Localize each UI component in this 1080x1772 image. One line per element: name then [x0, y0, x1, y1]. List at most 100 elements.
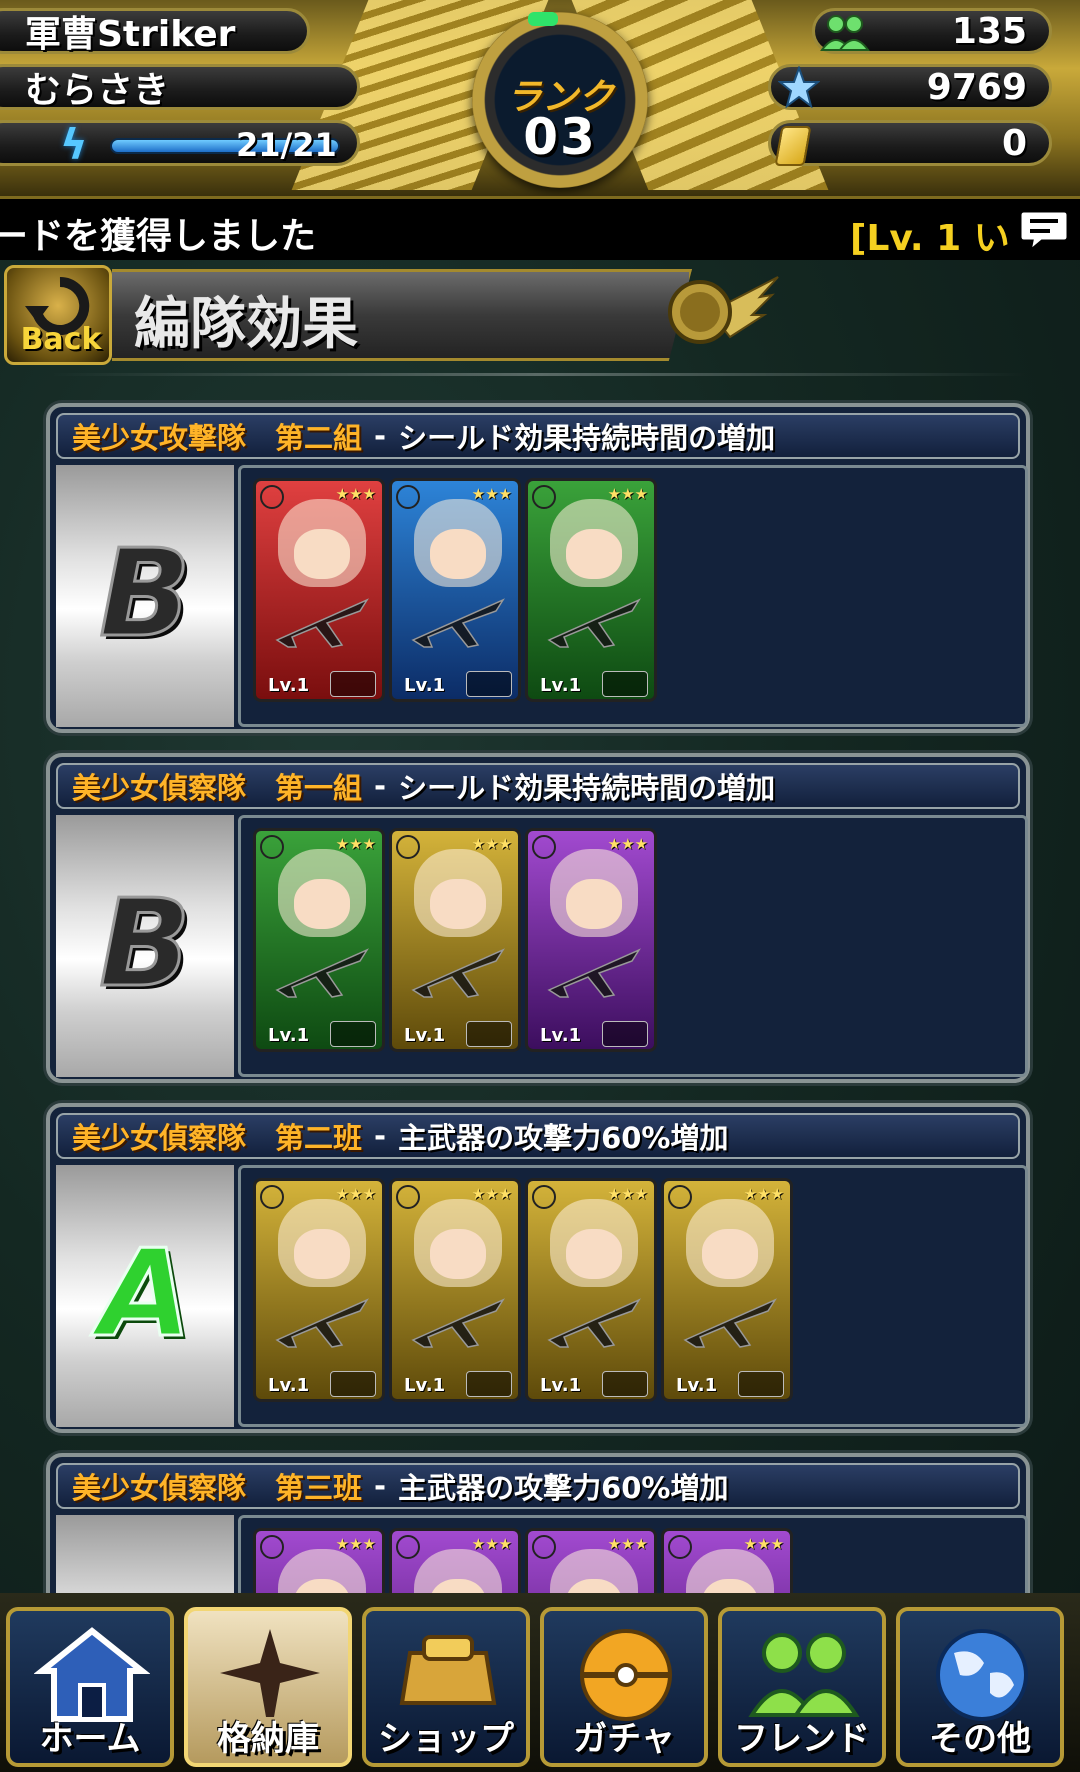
character-card[interactable]: ★★★ Lv.1	[253, 1178, 385, 1402]
nav-button-hangar[interactable]: 格納庫	[184, 1607, 352, 1767]
card-level: Lv.1	[540, 1375, 582, 1396]
rarity-stars-icon: ★★★	[743, 1535, 784, 1553]
character-card[interactable]: ★★★ Lv.1	[253, 478, 385, 702]
formation-grade: B	[98, 525, 192, 664]
nav-label: ホーム	[39, 1719, 141, 1759]
formation-cards: ★★★ ★★★ ★★★ ★★★	[238, 1515, 1028, 1593]
stamina-value: 21/21	[236, 126, 337, 164]
rarity-stars-icon: ★★★	[471, 835, 512, 853]
attribute-orb-icon	[532, 1185, 556, 1209]
plane-icon	[275, 1298, 369, 1348]
formation-effect: 主武器の攻撃力60%増加	[398, 1121, 729, 1155]
character-card[interactable]: ★★★ Lv.1	[525, 478, 657, 702]
nav-label: フレンド	[734, 1719, 870, 1759]
formation-cards: ★★★ Lv.1 ★★★ Lv.1 ★★★ Lv.1 ★★★ Lv.1	[238, 1165, 1028, 1427]
card-level: Lv.1	[540, 1025, 582, 1046]
character-card[interactable]: ★★★ Lv.1	[389, 828, 521, 1052]
news-ticker[interactable]: ードを獲得しました [Lv. 1 い	[0, 196, 1080, 260]
home-icon	[34, 1627, 150, 1722]
card-level: Lv.1	[268, 1025, 310, 1046]
character-face	[294, 879, 350, 929]
formation-header: 美少女攻撃隊 第二組 - シールド効果持続時間の増加	[56, 413, 1020, 459]
rank-progress-arc	[528, 12, 558, 26]
card-level: Lv.1	[540, 675, 582, 696]
nav-button-home[interactable]: ホーム	[6, 1607, 174, 1767]
formation-panel[interactable]: 美少女攻撃隊 第二組 - シールド効果持続時間の増加 B ★★★ Lv.1 ★★★ Lv.1 ★…	[46, 403, 1030, 733]
character-card[interactable]: ★★★ Lv.1	[389, 1178, 521, 1402]
formation-header: 美少女偵察隊 第二班 - 主武器の攻撃力60%増加	[56, 1113, 1020, 1159]
page-title: 編隊効果	[134, 292, 358, 357]
formation-grade-box: B	[56, 815, 234, 1077]
character-card[interactable]: ★★★ Lv.1	[253, 828, 385, 1052]
back-label: Back	[20, 322, 102, 357]
skill-icons	[602, 671, 648, 697]
character-card[interactable]: ★★★ Lv.1	[525, 1178, 657, 1402]
formation-separator: -	[374, 1119, 387, 1153]
character-face	[702, 1229, 758, 1279]
formation-panel[interactable]: 美少女偵察隊 第一組 - シールド効果持続時間の増加 B ★★★ Lv.1 ★★★ Lv.1 ★…	[46, 753, 1030, 1083]
rarity-stars-icon: ★★★	[471, 1535, 512, 1553]
formation-effect: 主武器の攻撃力60%増加	[398, 1471, 729, 1505]
character-card[interactable]: ★★★ Lv.1	[389, 478, 521, 702]
formation-panel[interactable]: 美少女偵察隊 第二班 - 主武器の攻撃力60%増加 A ★★★ Lv.1 ★★★ Lv.1 ★★…	[46, 1103, 1030, 1433]
attribute-orb-icon	[532, 835, 556, 859]
nav-button-shop[interactable]: ショップ	[362, 1607, 530, 1767]
friends-icon	[820, 15, 870, 51]
player-title-plate: 軍曹Striker	[0, 8, 310, 55]
app-screen: 軍曹Striker むらさき ϟ 21/21 ランク 03 135 9769 0	[0, 0, 1080, 1772]
skill-icons	[330, 1021, 376, 1047]
card-level: Lv.1	[404, 1375, 446, 1396]
formation-cards: ★★★ Lv.1 ★★★ Lv.1 ★★★ Lv.1	[238, 465, 1028, 727]
ticker-message: ードを獲得しました	[0, 216, 317, 257]
character-card[interactable]: ★★★	[253, 1528, 385, 1593]
character-face	[294, 1229, 350, 1279]
title-divider	[50, 373, 1026, 376]
formation-grade: B	[98, 875, 192, 1014]
rarity-stars-icon: ★★★	[743, 1185, 784, 1203]
skill-icons	[330, 1371, 376, 1397]
character-card[interactable]: ★★★	[525, 1528, 657, 1593]
character-card[interactable]: ★★★ Lv.1	[525, 828, 657, 1052]
character-face	[294, 529, 350, 579]
plane-icon	[547, 1298, 641, 1348]
globe-icon	[936, 1629, 1028, 1721]
attribute-orb-icon	[668, 1185, 692, 1209]
nav-button-globe[interactable]: その他	[896, 1607, 1064, 1767]
card-level: Lv.1	[404, 1025, 446, 1046]
character-face	[430, 1229, 486, 1279]
plane-icon	[547, 948, 641, 998]
player-name-plate: むらさき	[0, 64, 360, 111]
nav-button-friends[interactable]: フレンド	[718, 1607, 886, 1767]
plane-icon	[411, 598, 505, 648]
hangar-icon	[220, 1629, 320, 1717]
character-face	[430, 529, 486, 579]
formation-separator: -	[374, 419, 387, 453]
formation-group-name: 美少女攻撃隊 第二組	[72, 421, 363, 455]
nav-label: 格納庫	[217, 1719, 319, 1759]
formation-grade-box: A	[56, 1165, 234, 1427]
chat-icon[interactable]	[1018, 207, 1070, 255]
back-button[interactable]: Back	[4, 265, 112, 365]
character-card[interactable]: ★★★ Lv.1	[661, 1178, 793, 1402]
cards-plate: 0	[768, 120, 1052, 166]
attribute-orb-icon	[396, 1185, 420, 1209]
formation-list[interactable]: 美少女攻撃隊 第二組 - シールド効果持続時間の増加 B ★★★ Lv.1 ★★★ Lv.1 ★…	[0, 395, 1080, 1593]
card-level: Lv.1	[676, 1375, 718, 1396]
nav-button-gacha[interactable]: ガチャ	[540, 1607, 708, 1767]
attribute-orb-icon	[396, 485, 420, 509]
attribute-orb-icon	[260, 485, 284, 509]
formation-effect: シールド効果持続時間の増加	[398, 421, 776, 455]
character-card[interactable]: ★★★	[661, 1528, 793, 1593]
skill-icons	[466, 671, 512, 697]
nav-label: ショップ	[378, 1719, 514, 1759]
character-card[interactable]: ★★★	[389, 1528, 521, 1593]
formation-cards: ★★★ Lv.1 ★★★ Lv.1 ★★★ Lv.1	[238, 815, 1028, 1077]
ticker-level: [Lv. 1 い	[850, 218, 1010, 259]
plane-icon	[547, 598, 641, 648]
formation-panel[interactable]: 美少女偵察隊 第三班 - 主武器の攻撃力60%増加 ★★★ ★★★ ★★★ ★★★	[46, 1453, 1030, 1593]
player-name: むらさき	[25, 70, 170, 111]
character-face	[566, 1229, 622, 1279]
plane-icon	[275, 598, 369, 648]
title-bar: Back 編隊効果	[0, 265, 1080, 376]
formation-header: 美少女偵察隊 第三班 - 主武器の攻撃力60%増加	[56, 1463, 1020, 1509]
